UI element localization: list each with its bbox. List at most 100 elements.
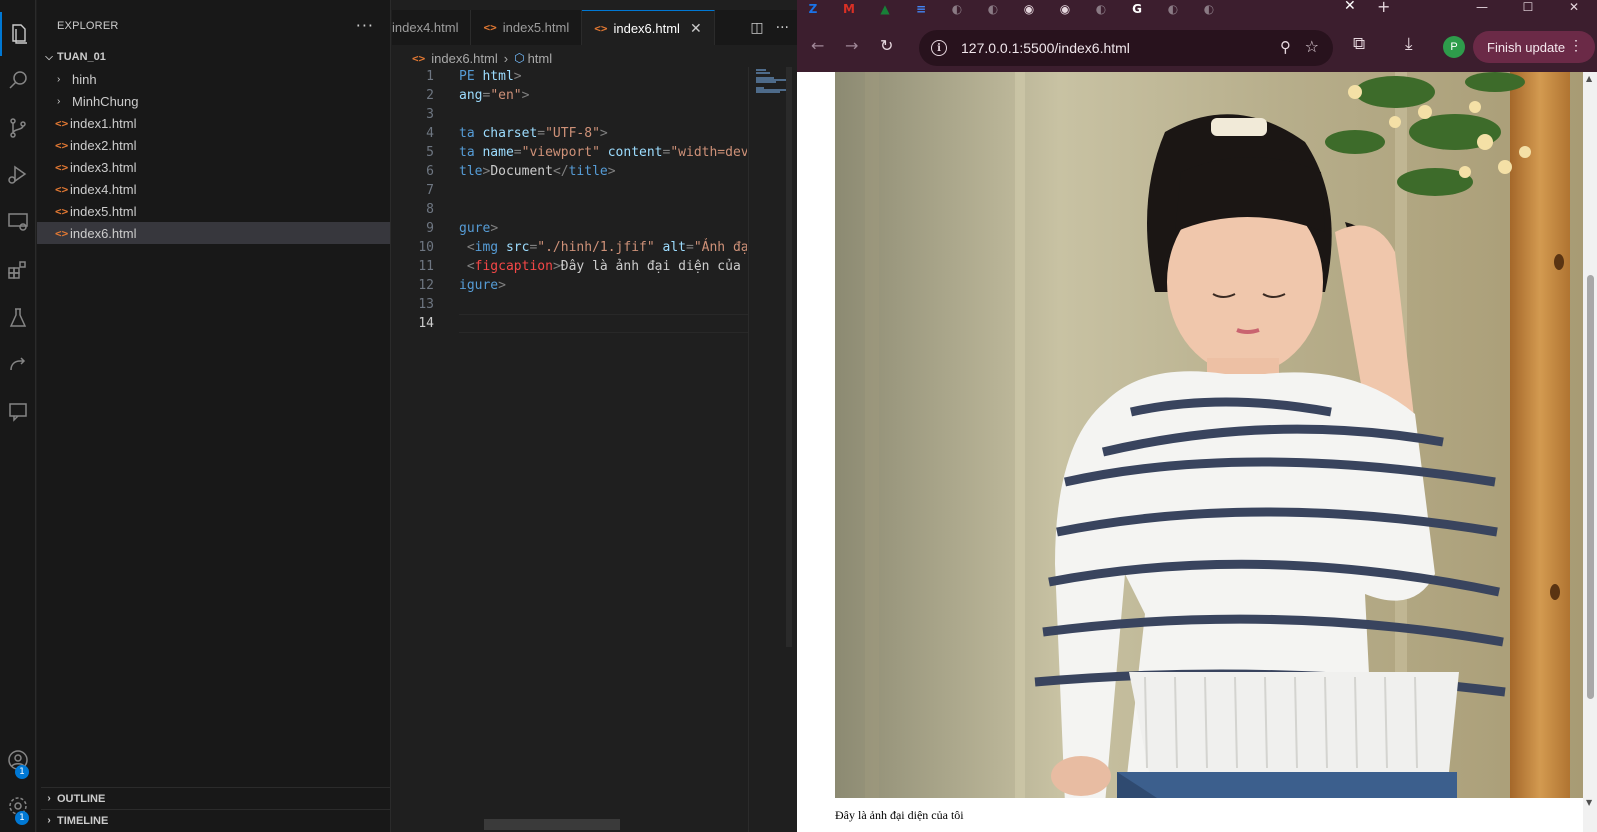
code-editor[interactable]: 1 PE html> 2 ang="en"> 3 4 ta charset="UTF-8">… [392,67,749,333]
address-bar[interactable]: i 127.0.0.1:5500/index6.html ⚲ ☆ [919,30,1333,66]
editor-scrollbar[interactable] [786,67,792,647]
source-control-icon[interactable] [0,106,36,150]
code-line[interactable]: 9 gure> [392,219,747,238]
editor-tab[interactable]: <> index5.html [471,10,583,45]
download-icon[interactable]: ⤓ [1405,34,1413,54]
github-icon[interactable]: ◉ [1021,1,1037,17]
extensions-icon[interactable] [0,248,36,292]
accounts-icon[interactable]: 1 [0,738,36,782]
minimap[interactable] [748,67,788,832]
drive-icon[interactable]: ▲ [877,1,893,17]
more-actions-icon[interactable]: ··· [776,20,789,36]
code-line[interactable]: 6 tle>Document</title> [392,162,747,181]
testing-icon[interactable] [0,296,36,340]
reload-icon[interactable]: ↻ [880,36,893,55]
tree-file[interactable]: <> index2.html [37,134,390,156]
back-arrow-icon[interactable]: ← [811,36,824,55]
extensions-puzzle-icon[interactable]: ⧉ [1353,34,1365,54]
tree-file[interactable]: <> index6.html [37,222,390,244]
code-line[interactable]: 4 ta charset="UTF-8"> [392,124,747,143]
code-text: igure> [459,276,747,295]
globe-icon[interactable]: ◐ [1201,1,1217,17]
chevron-right-icon: › [57,73,61,85]
docs-icon[interactable]: ≡ [913,1,929,17]
code-line[interactable]: 7 [392,181,747,200]
code-line[interactable]: 10 <img src="./hinh/1.jfif" alt="Ảnh đạ [392,238,747,257]
file-tree: › hinh › MinhChung <> index1.html <> index2.htm… [37,68,390,244]
page-scrollbar-thumb[interactable] [1587,275,1594,699]
globe-icon[interactable]: ◐ [985,1,1001,17]
outline-label: OUTLINE [57,792,106,805]
globe-icon[interactable]: ◐ [1165,1,1181,17]
breadcrumb-symbol[interactable]: html [528,51,553,66]
minimize-icon[interactable]: — [1459,0,1505,14]
explorer-icon[interactable] [0,12,36,56]
scroll-up-arrow-icon[interactable]: ▲ [1586,74,1592,83]
chevron-down-icon: ⌵ [45,51,53,63]
html-file-icon: <> [55,138,69,152]
timeline-section[interactable]: › TIMELINE [41,809,390,831]
editor-tab[interactable]: index4.html [392,10,472,45]
timeline-label: TIMELINE [57,814,109,827]
code-token: > [599,126,608,141]
split-editor-icon[interactable]: ◫ [750,20,763,36]
tree-file[interactable]: <> index3.html [37,156,390,178]
code-line[interactable]: 14 [392,314,749,333]
forward-arrow-icon[interactable]: → [845,36,858,55]
code-line[interactable]: 8 [392,200,747,219]
code-line[interactable]: 1 PE html> [392,67,747,86]
code-line[interactable]: 3 [392,105,747,124]
close-tab-icon[interactable]: ✕ [1344,0,1356,14]
code-line[interactable]: 11 <figcaption>Đây là ảnh đại diện của [392,257,747,276]
breadcrumb-file[interactable]: index6.html [431,51,497,66]
browser-toolbar: ← → ↻ i 127.0.0.1:5500/index6.html ⚲ ☆ ⧉… [797,22,1597,72]
remote-explorer-icon[interactable] [0,200,36,244]
code-token: > [552,259,561,274]
code-line[interactable]: 2 ang="en"> [392,86,747,105]
editor-horizontal-scrollbar[interactable] [484,819,620,830]
tree-file[interactable]: <> index5.html [37,200,390,222]
tree-folder[interactable]: › MinhChung [37,90,390,112]
tree-folder[interactable]: › hinh [37,68,390,90]
code-line[interactable]: 13 [392,295,747,314]
vscode-window: 1 1 EXPLORER ··· ⌵ TUAN_01 › hinh › MinhChu… [0,0,797,832]
code-token: > [513,69,522,84]
scroll-down-arrow-icon[interactable]: ▼ [1586,798,1592,807]
live-share-icon[interactable] [0,342,36,386]
outline-section[interactable]: › OUTLINE [41,787,390,809]
close-window-icon[interactable]: ✕ [1551,0,1597,14]
page-scrollbar[interactable]: ▲ ▼ [1583,72,1597,832]
line-number: 4 [426,126,434,141]
address-url[interactable]: 127.0.0.1:5500/index6.html [961,40,1130,56]
line-number: 8 [426,202,434,217]
github-icon[interactable]: ◉ [1057,1,1073,17]
code-text: ta name="viewport" content="width=dev [459,143,747,162]
google-icon[interactable]: G [1129,1,1145,17]
workspace-folder[interactable]: ⌵ TUAN_01 [41,47,381,67]
code-line[interactable]: 5 ta name="viewport" content="width=dev [392,143,747,162]
finish-update-button[interactable]: Finish update ⋮ [1473,31,1595,63]
tree-item-label: index5.html [70,203,137,219]
line-number: 12 [418,278,434,293]
gmail-icon[interactable]: M [841,1,857,17]
globe-icon[interactable]: ◐ [1093,1,1109,17]
tree-file[interactable]: <> index1.html [37,112,390,134]
settings-gear-icon[interactable]: 1 [0,784,36,828]
close-tab-icon[interactable]: ✕ [690,20,702,37]
more-actions-icon[interactable]: ··· [356,16,374,35]
code-token: = [513,145,522,160]
zoom-icon[interactable]: ⚲ [1280,38,1291,56]
profile-avatar[interactable]: P [1443,36,1465,58]
new-tab-icon[interactable]: + [1377,0,1390,16]
search-icon[interactable] [0,58,36,102]
bookmark-star-icon[interactable]: ☆ [1305,37,1319,56]
site-info-icon[interactable]: i [931,40,947,56]
tree-file[interactable]: <> index4.html [37,178,390,200]
zalo-icon[interactable]: Z [805,1,821,17]
run-debug-icon[interactable] [0,152,36,196]
maximize-icon[interactable]: ☐ [1505,0,1551,14]
chat-icon[interactable] [0,390,36,434]
globe-icon[interactable]: ◐ [949,1,965,17]
editor-tab[interactable]: <> index6.html ✕ [582,10,715,45]
code-line[interactable]: 12 igure> [392,276,747,295]
